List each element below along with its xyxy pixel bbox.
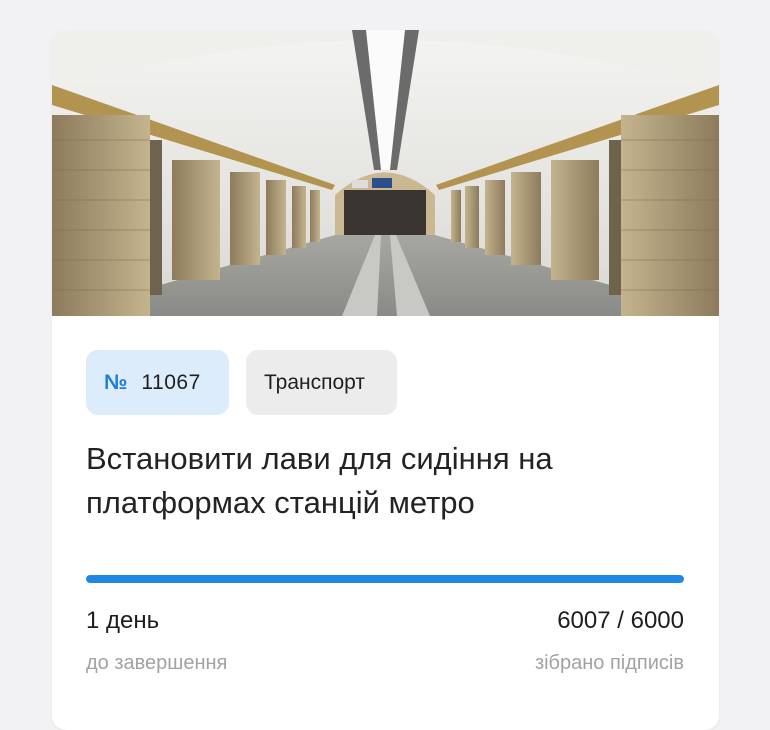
signatures-count: 6007 / 6000 — [557, 607, 684, 634]
signature-progress-bar — [86, 575, 684, 583]
signatures-label: зібрано підписів — [534, 652, 684, 674]
petition-category: Транспорт — [264, 370, 365, 394]
time-left-value: 1 день — [86, 607, 160, 634]
petition-number: 11067 — [141, 370, 201, 394]
number-sign: № — [104, 370, 128, 394]
petition-category-badge[interactable]: Транспорт — [246, 350, 397, 415]
signature-progress-fill — [86, 575, 684, 583]
time-left-label: до завершення — [86, 652, 228, 674]
petition-card[interactable]: № 11067 Транспорт Встановити лави для си… — [52, 30, 719, 730]
petition-tags: № 11067 Транспорт — [86, 350, 397, 415]
petition-title[interactable]: Встановити лави для сидіння на платформа… — [86, 437, 686, 525]
petition-number-badge: № 11067 — [86, 350, 229, 415]
petition-photo — [52, 30, 719, 316]
